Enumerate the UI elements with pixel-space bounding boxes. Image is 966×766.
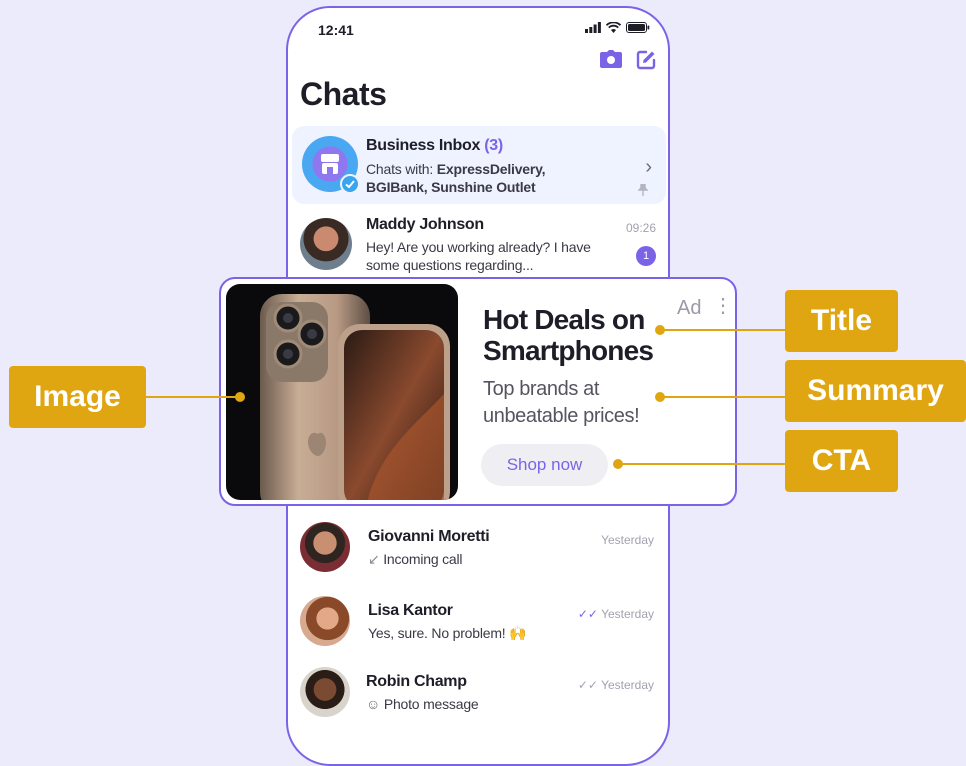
wifi-icon [606,22,621,33]
chat-time-group: ✓✓ Yesterday [578,607,654,621]
business-inbox-prefix: Chats with: [366,161,437,177]
chat-message: ↙ Incoming call [368,550,463,568]
chat-message-line1: Hey! Are you working already? I have [366,239,591,255]
verified-badge-icon [340,174,360,194]
chat-name: Lisa Kantor [368,602,453,619]
business-inbox-chats-line2: BGIBank, Sunshine Outlet [366,179,536,195]
ad-image[interactable] [226,284,458,500]
chat-message-text: Incoming call [383,551,463,567]
ad-title-line1: Hot Deals on [483,304,645,335]
unread-badge: 1 [636,246,656,266]
callout-summary-dot [655,392,665,402]
business-inbox-chats-first: ExpressDelivery, [436,161,546,177]
signal-icon [585,22,601,33]
business-inbox-name: Business Inbox [366,137,481,154]
business-inbox-row[interactable]: Business Inbox (3) Chats with: ExpressDe… [292,126,666,204]
callout-cta-dot [613,459,623,469]
page-title: Chats [300,76,387,112]
callout-cta-line [620,463,786,465]
callout-image: Image [9,366,146,428]
chat-message: ☺ Photo message [366,695,479,713]
callout-summary: Summary [785,360,966,422]
ad-title: Hot Deals on Smartphones [483,304,654,366]
chat-message: Yes, sure. No problem! 🙌 [368,625,527,641]
ad-label: Ad [677,297,702,319]
ad-summary-line2: unbeatable prices! [483,405,640,427]
shop-now-button[interactable]: Shop now [481,444,608,486]
callout-cta: CTA [785,430,898,492]
chat-name: Maddy Johnson [366,216,484,233]
callout-title: Title [785,290,898,352]
chat-message-line2: some questions regarding... [366,257,534,273]
business-inbox-count: (3) [484,137,503,154]
callout-image-dot [235,392,245,402]
chat-name: Robin Champ [366,673,467,690]
callout-summary-line [662,396,786,398]
avatar [300,596,350,646]
business-inbox-chats-line1: Chats with: ExpressDelivery, [366,160,546,178]
more-options-icon[interactable]: ⋮ [713,296,733,316]
pin-icon [638,184,648,196]
compose-icon[interactable] [636,50,656,70]
chat-time: 09:26 [625,221,656,235]
status-icons [585,22,650,33]
ad-summary-line1: Top brands at [483,378,599,400]
avatar [300,667,350,717]
chat-time: Yesterday [601,607,654,621]
chat-time: Yesterday [601,533,654,547]
double-check-icon: ✓✓ [577,607,598,621]
chat-time: Yesterday [601,678,654,692]
chat-name: Giovanni Moretti [368,528,490,545]
avatar [300,218,352,270]
smartphone-image [260,294,450,500]
callout-image-line [146,396,238,398]
chat-time-group: ✓✓ Yesterday [578,678,654,692]
battery-icon [626,22,650,33]
double-check-icon: ✓✓ [577,678,598,692]
callout-title-dot [655,325,665,335]
status-time: 12:41 [318,22,354,38]
chat-message-text: Photo message [383,696,479,712]
ad-title-line2: Smartphones [483,335,654,366]
avatar [300,522,350,572]
chevron-right-icon: › [645,156,652,178]
ad-summary: Top brands at unbeatable prices! [483,376,640,430]
camera-icon[interactable] [600,50,622,68]
header-actions [600,50,656,70]
callout-title-line [662,329,786,331]
photo-icon: ☺ [366,696,381,712]
business-inbox-title: Business Inbox (3) [366,137,503,155]
incoming-call-arrow-icon: ↙ [368,551,380,567]
